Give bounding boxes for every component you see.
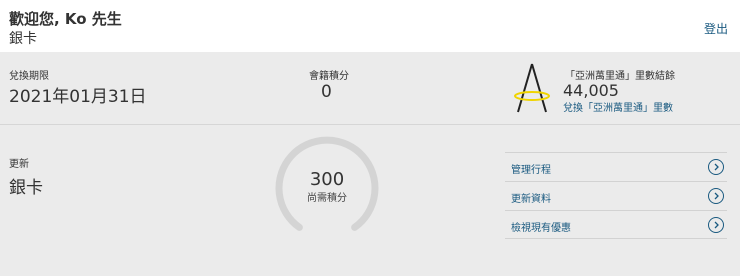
- renewal-panel: 更新 銀卡 300 尚需積分 管理行程 更新資料 檢視現有優惠: [0, 124, 740, 276]
- chevron-right-icon: [708, 217, 724, 233]
- miles-balance-value: 44,005: [563, 81, 619, 100]
- club-points-value: 0: [321, 82, 332, 102]
- asia-miles-logo-icon: [514, 63, 550, 113]
- link-label: 管理行程: [511, 165, 551, 176]
- manage-booking-link[interactable]: 管理行程: [505, 152, 727, 181]
- header-panel: 歡迎您, Ko 先生 銀卡 登出: [0, 0, 740, 52]
- chevron-right-icon: [708, 188, 724, 204]
- miles-balance-label: 「亞洲萬里通」里數結餘: [565, 71, 675, 82]
- club-points-label: 會籍積分: [309, 71, 349, 82]
- chevron-right-icon: [708, 159, 724, 175]
- member-tier: 銀卡: [9, 31, 37, 47]
- renewal-tier: 銀卡: [9, 178, 43, 198]
- renewal-label: 更新: [9, 159, 29, 170]
- logout-link[interactable]: 登出: [704, 20, 728, 37]
- stats-panel: 兌換期限 2021年01月31日 會籍積分 0 「亞洲萬里通」里數結餘 44,0…: [0, 52, 740, 124]
- expiry-label: 兌換期限: [9, 71, 49, 82]
- link-label: 更新資料: [511, 194, 551, 205]
- update-profile-link[interactable]: 更新資料: [505, 181, 727, 210]
- expiry-value: 2021年01月31日: [9, 87, 147, 107]
- points-needed-label: 尚需積分: [307, 193, 347, 204]
- link-label: 檢視現有優惠: [511, 223, 571, 234]
- points-needed-value: 300: [309, 169, 345, 190]
- quick-links: 管理行程 更新資料 檢視現有優惠: [505, 152, 727, 239]
- view-offers-link[interactable]: 檢視現有優惠: [505, 210, 727, 239]
- greeting-text: 歡迎您, Ko 先生: [9, 10, 122, 28]
- redeem-miles-link[interactable]: 兌換「亞洲萬里通」里數: [563, 99, 673, 114]
